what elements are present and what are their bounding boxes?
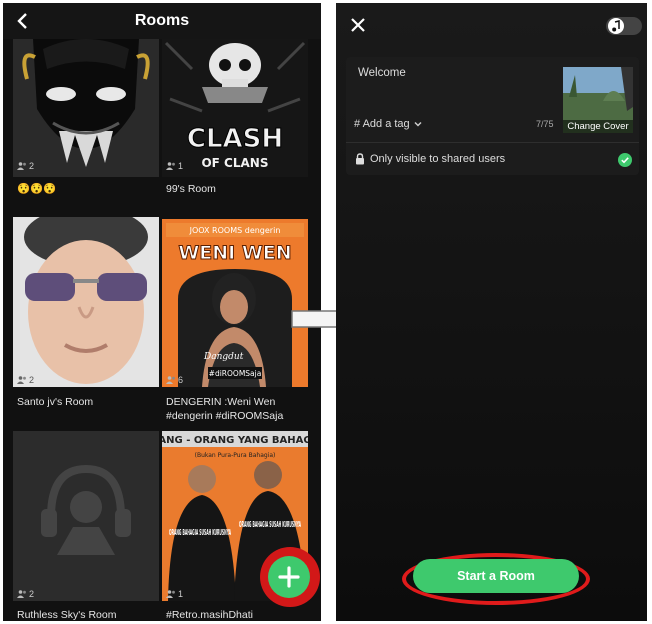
poster-sub-text: (Bukan Pura-Pura Bahagia) bbox=[195, 452, 276, 459]
room-name-input[interactable]: Welcome bbox=[358, 67, 406, 79]
user-count-value: 6 bbox=[178, 375, 184, 385]
left-shirt-text: ORANG BAHAGIA SUSAH KURUSNYA bbox=[169, 528, 231, 537]
create-room-button[interactable] bbox=[268, 556, 310, 598]
room-card[interactable]: CLASH OF CLANS 1 bbox=[162, 39, 308, 177]
poster-title-text: WENI WEN bbox=[178, 242, 291, 264]
change-cover-button[interactable]: Change Cover bbox=[563, 67, 633, 133]
plus-icon bbox=[278, 566, 300, 588]
clash-top-text: CLASH bbox=[187, 124, 283, 154]
start-room-button[interactable]: Start a Room bbox=[413, 559, 579, 593]
users-icon bbox=[166, 376, 175, 384]
room-name: Ruthless Sky's Room bbox=[17, 609, 117, 621]
lock-icon bbox=[356, 153, 364, 165]
room-name: DENGERIN :Weni Wen #dengerin #diROOMSaja bbox=[166, 396, 284, 422]
users-icon bbox=[17, 162, 26, 170]
visibility-label: Only visible to shared users bbox=[370, 153, 506, 165]
user-count-value: 1 bbox=[178, 589, 184, 599]
rooms-header: Rooms bbox=[3, 3, 321, 39]
right-shirt-text: ORANG BAHAGIA SUSAH KURUSNYA bbox=[239, 520, 301, 529]
clash-of-clans-image: CLASH OF CLANS bbox=[162, 39, 308, 177]
user-count: 2 bbox=[17, 589, 34, 599]
room-name: Santo jv's Room bbox=[17, 396, 94, 408]
user-count: 6 bbox=[166, 375, 183, 385]
rooms-screen: Rooms 2 😯😯😯 CLASH OF CLANS 1 99's Room 2… bbox=[3, 3, 321, 621]
check-circle-icon[interactable] bbox=[618, 153, 632, 167]
room-name: 99's Room bbox=[166, 183, 216, 195]
headphones-placeholder-image bbox=[13, 431, 159, 601]
room-card[interactable]: 2 bbox=[13, 217, 159, 387]
add-tag-dropdown[interactable]: # Add a tag bbox=[354, 118, 423, 130]
room-card[interactable]: 2 bbox=[13, 431, 159, 601]
change-cover-label: Change Cover bbox=[563, 120, 633, 133]
user-count: 2 bbox=[17, 375, 34, 385]
demon-mask-image bbox=[13, 39, 159, 177]
page-title: Rooms bbox=[134, 12, 190, 29]
create-room-screen: Welcome # Add a tag 7/75 Change Cover On… bbox=[336, 3, 647, 621]
character-count: 7/75 bbox=[536, 119, 554, 129]
weni-wen-poster-image: JOOX ROOMS dengerin WENI WEN Dangdut #di… bbox=[162, 219, 308, 387]
divider bbox=[346, 142, 639, 143]
user-count-value: 2 bbox=[29, 589, 35, 599]
room-name: 😯😯😯 bbox=[17, 183, 57, 195]
user-count: 2 bbox=[17, 161, 34, 171]
room-card[interactable]: 2 bbox=[13, 39, 159, 177]
user-count: 1 bbox=[166, 161, 183, 171]
clash-bottom-text: OF CLANS bbox=[201, 156, 268, 170]
users-icon bbox=[166, 162, 175, 170]
add-tag-label: # Add a tag bbox=[354, 118, 410, 130]
users-icon bbox=[17, 590, 26, 598]
user-count-value: 2 bbox=[29, 375, 35, 385]
start-room-highlight: Start a Room bbox=[402, 553, 590, 605]
poster-header-text: ANG - ORANG YANG BAHAG bbox=[162, 435, 308, 446]
user-count-value: 1 bbox=[178, 161, 184, 171]
users-icon bbox=[166, 590, 175, 598]
user-count: 1 bbox=[166, 589, 183, 599]
music-note-icon bbox=[612, 20, 620, 32]
create-room-fab-highlight bbox=[260, 547, 320, 607]
close-icon[interactable] bbox=[350, 17, 366, 33]
music-toggle[interactable] bbox=[606, 17, 642, 35]
room-name: #Retro.masihDhati bbox=[166, 609, 253, 621]
man-sunglasses-image bbox=[13, 217, 159, 387]
users-icon bbox=[17, 376, 26, 384]
room-settings-card: Welcome # Add a tag 7/75 Change Cover On… bbox=[346, 57, 639, 175]
user-count-value: 2 bbox=[29, 161, 35, 171]
poster-header-text: JOOX ROOMS dengerin bbox=[189, 226, 281, 235]
room-card[interactable]: JOOX ROOMS dengerin WENI WEN Dangdut #di… bbox=[162, 219, 308, 387]
poster-sub-text: Dangdut bbox=[203, 352, 244, 362]
chevron-down-icon bbox=[414, 122, 422, 127]
toggle-knob bbox=[608, 18, 624, 34]
poster-footer-text: #diROOMSaja bbox=[209, 369, 262, 378]
